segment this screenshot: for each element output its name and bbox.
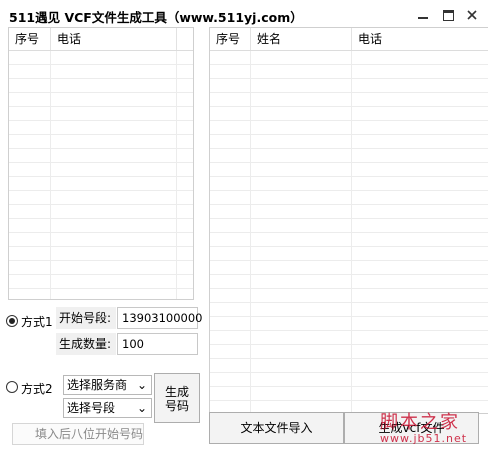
watermark-url: www.jb51.net [380,432,468,445]
col-phone-header: 电话 [358,32,383,46]
generate-numbers-button[interactable]: 生成号码 [154,373,200,423]
mode2-label[interactable]: 方式2 [21,380,53,397]
title-bar: 511遇见 VCF文件生成工具（www.511yj.com） [0,0,488,30]
chevron-down-icon: ⌄ [136,401,147,415]
contact-table-header: 序号 姓名 电话 [210,28,488,51]
close-icon [467,10,477,20]
phone-list-header: 序号 电话 [9,28,193,51]
col-name-header: 姓名 [251,28,352,50]
mode1-label[interactable]: 方式1 [21,313,53,330]
maximize-icon [442,9,454,21]
import-text-button[interactable]: 文本文件导入 [209,412,344,444]
mode2-radio[interactable] [6,381,18,393]
count-input[interactable]: 100 [117,333,198,355]
provider-select[interactable]: 选择服务商 ⌄ [63,375,152,395]
mode1-radio[interactable] [6,315,18,327]
phone-list-table[interactable]: 序号 电话 [8,27,194,300]
suffix-start-input[interactable]: 填入后八位开始号码 [12,423,144,445]
chevron-down-icon: ⌄ [136,378,147,392]
contact-table-rows [210,51,488,413]
minimize-icon [418,17,428,19]
col-index-header: 序号 [210,28,251,50]
close-button[interactable] [461,6,483,24]
window-title: 511遇见 VCF文件生成工具（www.511yj.com） [9,10,303,25]
contact-table[interactable]: 序号 姓名 电话 [209,27,488,414]
col-index-header: 序号 [9,28,51,50]
start-segment-label: 开始号段: [56,307,116,329]
start-segment-input[interactable]: 13903100000 [117,307,202,329]
segment-select[interactable]: 选择号段 ⌄ [63,398,152,418]
watermark-title: 脚本之家 [380,412,460,433]
phone-list-rows [9,51,193,299]
minimize-button[interactable] [412,6,434,24]
col-phone-header: 电话 [51,28,177,50]
maximize-button[interactable] [437,6,459,24]
provider-select-value: 选择服务商 [67,378,128,392]
generate-numbers-label: 生成号码 [164,385,189,413]
segment-select-value: 选择号段 [67,401,116,415]
count-label: 生成数量: [56,333,116,355]
